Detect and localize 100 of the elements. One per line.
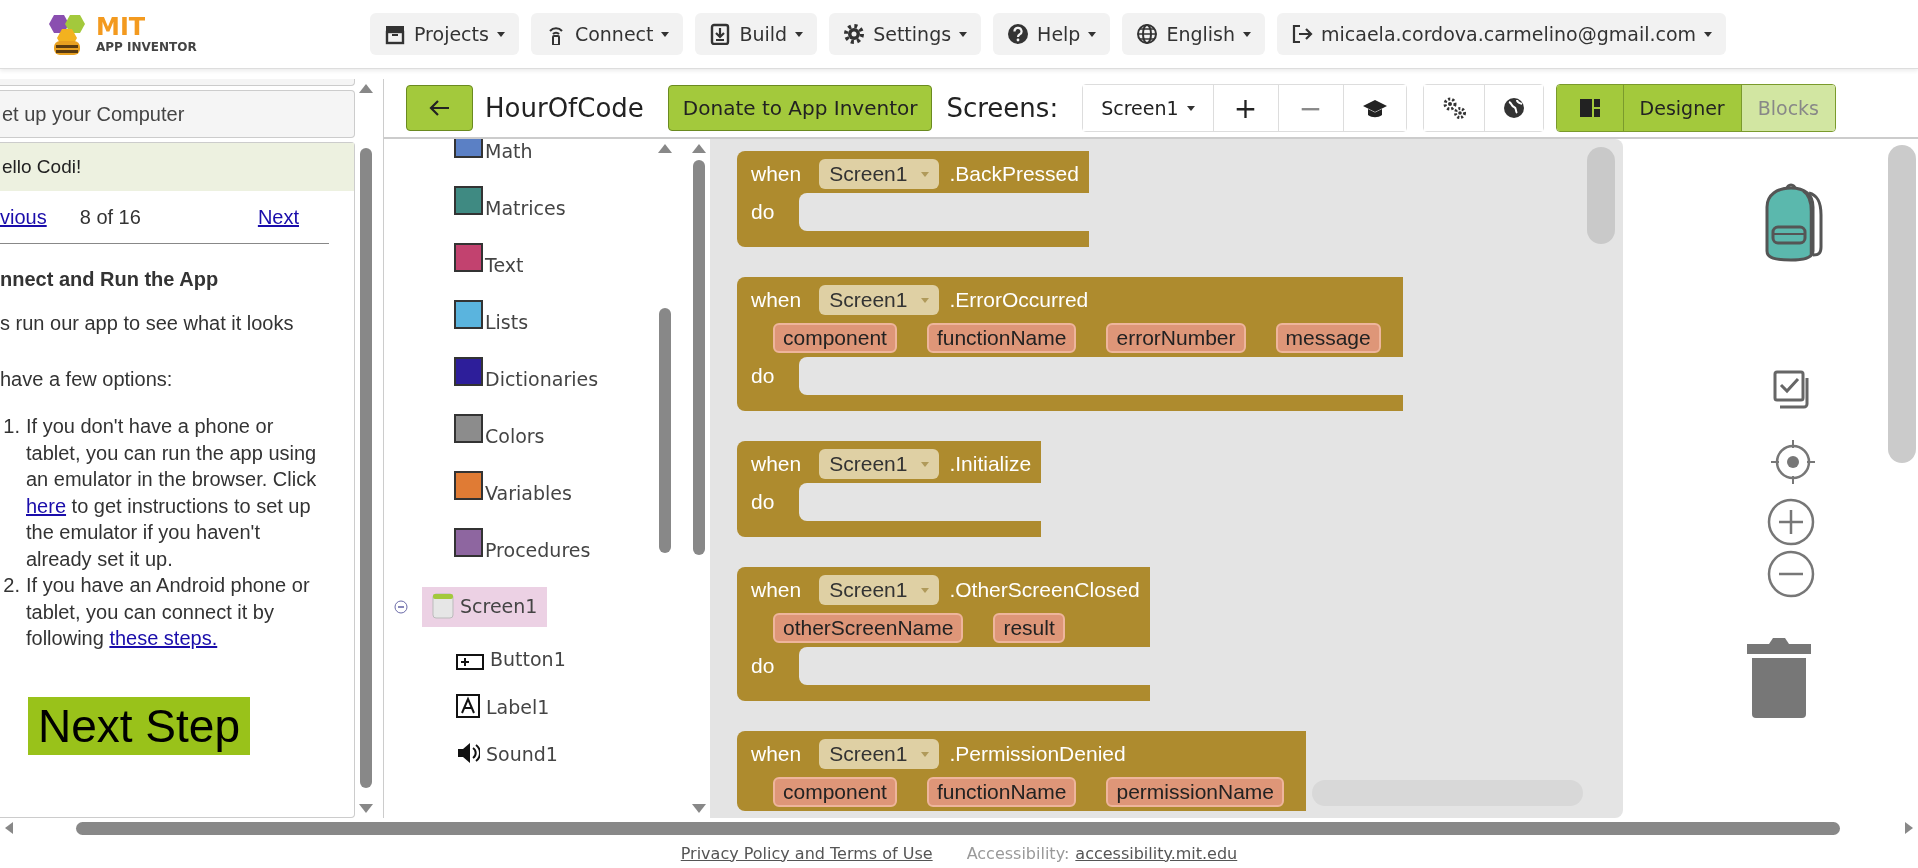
back-button[interactable] [406,85,473,131]
step-link[interactable]: these steps. [109,627,218,649]
event-block[interactable]: when Screen1 .OtherScreenClosed otherScreenName result do [737,567,1150,701]
button-component-icon [456,653,484,670]
view-tab[interactable]: Designer [1623,85,1742,131]
scroll-up-icon [692,143,706,154]
event-block[interactable]: when Screen1 .Initialize do [737,441,1042,537]
event-block[interactable]: when Screen1 .BackPressed do [737,151,1089,247]
menu-button[interactable]: English [1122,13,1266,55]
component-item[interactable]: Screen1 [422,586,548,627]
component-item[interactable]: Sound1 [452,740,562,765]
menu-button[interactable]: Projects [370,13,519,55]
block-category[interactable]: Colors [384,407,654,464]
component-dropdown[interactable]: Screen1 [819,285,940,315]
globe-icon [1502,97,1525,119]
menu-button[interactable]: Settings [829,13,982,55]
target-icon[interactable] [1771,440,1815,484]
back-arrow-icon [428,98,451,118]
block-category[interactable]: Variables [384,464,654,521]
next-step-button[interactable]: Next Step [28,696,250,755]
parameter-chip[interactable]: result [993,613,1065,643]
donate-button[interactable]: Donate to App Inventor [667,85,933,131]
parameter-chip[interactable]: message [1275,323,1381,353]
scrollbar[interactable] [360,148,372,788]
graduation-cap-icon [1361,97,1388,119]
scrollbar[interactable] [659,308,671,553]
component-item[interactable]: Label1 [452,693,554,718]
zoom-in-icon[interactable] [1767,498,1815,546]
step-number: 2. [2,573,20,598]
parameter-chip[interactable]: functionName [926,323,1077,353]
caret-icon [1088,31,1097,37]
block-keyword: when [751,162,802,186]
block-keyword: do [750,364,776,388]
caret-icon [1186,105,1195,111]
parameter-chip[interactable]: component [773,323,897,353]
caret-icon [921,297,930,303]
tutorial-title: ello Codi! [0,143,354,191]
caret-icon [1704,31,1713,37]
block-keyword: when [751,452,802,476]
event-name: .PermissionDenied [949,742,1126,766]
block-keyword: when [751,288,802,312]
parameter-chip[interactable]: permissionName [1106,777,1285,807]
caret-icon [795,31,804,37]
screen-dropdown[interactable]: Screen1 [1083,85,1214,131]
component-dropdown[interactable]: Screen1 [819,449,940,479]
block-category[interactable]: Dictionaries [384,350,654,407]
designer-layout-button[interactable] [1556,85,1624,131]
scrollbar[interactable] [1587,147,1615,244]
scrollbar[interactable] [1887,145,1916,463]
event-name: .ErrorOccurred [949,288,1089,312]
parameter-chip[interactable]: component [773,777,897,807]
privacy-link[interactable]: Privacy Policy and Terms of Use [680,843,933,863]
project-properties-button[interactable] [1423,85,1485,131]
component-dropdown[interactable]: Screen1 [819,575,940,605]
collapse-icon[interactable] [394,599,408,614]
caret-icon [921,461,930,467]
block-category[interactable]: Procedures [384,521,654,578]
block-category[interactable]: Matrices [384,179,654,236]
accessibility-link[interactable]: accessibility.mit.edu [1075,843,1238,863]
parameter-chip[interactable]: otherScreenName [773,613,964,643]
block-category[interactable]: Text [384,236,654,293]
block-keyword: do [750,200,776,224]
zoom-out-icon[interactable] [1767,550,1815,598]
logout-icon [1291,23,1314,45]
event-block[interactable]: when Screen1 .ErrorOccurred component functionName errorNumber message do [737,277,1403,411]
tutorial-section[interactable]: et up your Computer [0,90,355,138]
trash-icon[interactable] [1747,636,1811,718]
menu-button[interactable]: micaela.cordova.carmelino@gmail.com [1277,13,1727,55]
block-category[interactable]: Lists [384,293,654,350]
layout-icon [1579,99,1600,117]
logo-title: MIT [96,15,147,39]
label-component-icon [456,693,480,718]
accessibility-label: Accessibility: [966,843,1070,863]
block-category[interactable]: Math [384,139,654,179]
blocks-workspace[interactable] [710,139,1623,818]
menu-button[interactable]: Connect [530,13,684,55]
logo-subtitle: APP INVENTOR [96,41,197,53]
parameter-chip[interactable]: functionName [926,777,1077,807]
event-block[interactable]: when Screen1 .PermissionDenied component functionName permissionName [737,731,1307,811]
scroll-down-icon [692,803,706,814]
next-link[interactable]: Next [257,205,299,229]
tutorial-text: have a few options: [0,367,174,391]
scroll-down-icon [359,803,373,814]
scroll-up-icon [359,83,373,94]
gears-icon [1441,96,1466,120]
component-dropdown[interactable]: Screen1 [819,739,940,769]
component-dropdown[interactable]: Screen1 [819,159,940,189]
menu-button[interactable]: Build [695,13,818,55]
parameter-chip[interactable]: errorNumber [1106,323,1246,353]
menu-button[interactable]: Help [993,13,1111,55]
scrollbar[interactable] [693,160,705,555]
caret-icon [661,31,670,37]
caret-icon [959,31,968,37]
caret-icon [496,31,505,37]
page-counter: 8 of 16 [79,205,142,229]
checklist-icon[interactable] [1773,370,1811,410]
step-link[interactable]: here [26,494,67,517]
previous-link[interactable]: vious [0,205,47,229]
component-item[interactable]: Button1 [452,647,570,670]
scrollbar[interactable] [76,821,1840,835]
